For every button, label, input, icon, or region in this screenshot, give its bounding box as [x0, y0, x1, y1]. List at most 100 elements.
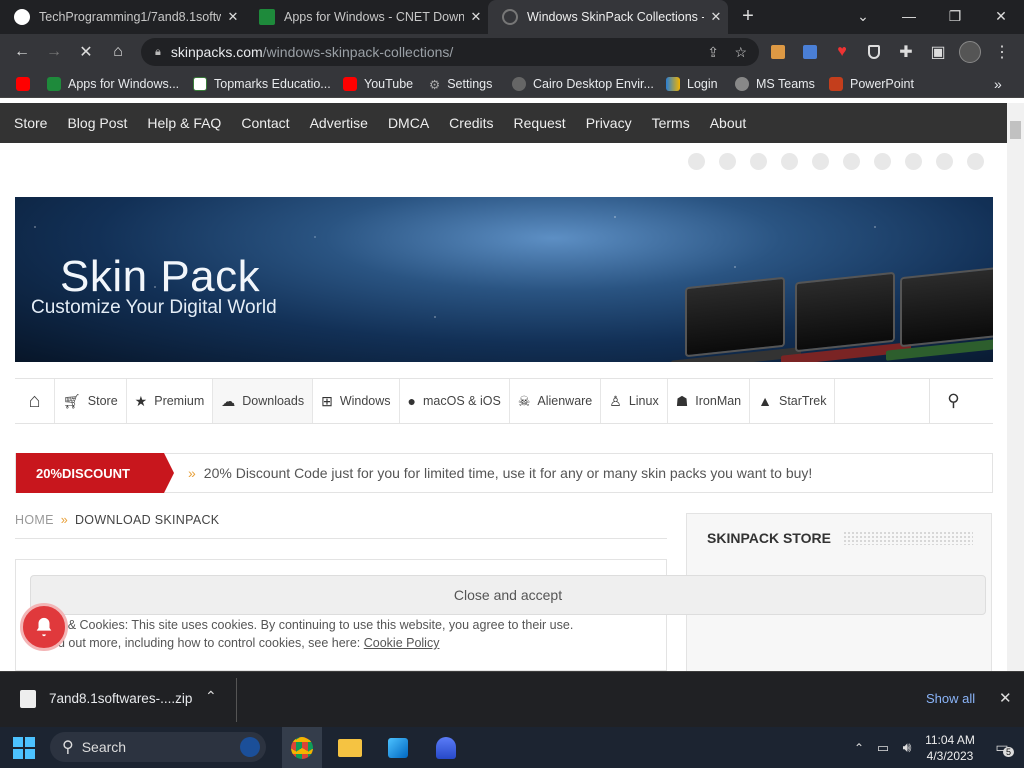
new-tab-button[interactable]: + — [728, 0, 768, 32]
nav-terms[interactable]: Terms — [652, 115, 690, 131]
tab-skinpack[interactable]: Windows SkinPack Collections - S ✕ — [488, 0, 728, 34]
close-icon[interactable]: ✕ — [999, 689, 1012, 707]
bookmark-apps-windows[interactable]: Apps for Windows... — [47, 70, 179, 98]
close-tab-icon[interactable]: ✕ — [704, 9, 728, 25]
nav-store[interactable]: Store — [14, 115, 47, 131]
show-all-button[interactable]: Show all — [926, 691, 975, 706]
deviantart-icon[interactable] — [936, 153, 953, 170]
nav-help-faq[interactable]: Help & FAQ — [147, 115, 221, 131]
bookmark-settings[interactable]: ⚙ Settings — [429, 70, 492, 98]
cat-startrek[interactable]: ▲ StarTrek — [750, 379, 836, 423]
forward-icon[interactable]: → — [38, 34, 70, 70]
translate-icon[interactable] — [794, 34, 826, 70]
cat-macos-ios[interactable]: ● macOS & iOS — [400, 379, 510, 423]
breadcrumb: HOME » DOWNLOAD SKINPACK — [15, 513, 219, 527]
pinterest-icon[interactable] — [843, 153, 860, 170]
site-top-nav: Store Blog Post Help & FAQ Contact Adver… — [0, 103, 1007, 143]
bookmark-login[interactable]: Login — [666, 70, 718, 98]
bookmarks-overflow-icon[interactable]: » — [994, 70, 1002, 98]
twitter-icon[interactable] — [688, 153, 705, 170]
bookmark-powerpoint[interactable]: PowerPoint — [829, 70, 914, 98]
tumblr-icon[interactable] — [874, 153, 891, 170]
reddit-icon[interactable] — [781, 153, 798, 170]
nav-dmca[interactable]: DMCA — [388, 115, 429, 131]
stop-icon[interactable]: ✕ — [70, 34, 102, 70]
cat-label: StarTrek — [779, 394, 827, 408]
close-tab-icon[interactable]: ✕ — [221, 9, 245, 25]
page-scrollbar[interactable] — [1007, 103, 1024, 671]
bookmark-ms-teams[interactable]: MS Teams — [735, 70, 815, 98]
tab-search-icon[interactable]: ⌄ — [840, 0, 886, 32]
heart-extension-icon[interactable]: ♥ — [826, 34, 858, 70]
discount-banner[interactable]: 20%DISCOUNT » 20% Discount Code just for … — [15, 453, 993, 493]
nav-credits[interactable]: Credits — [449, 115, 493, 131]
cookie-policy-link[interactable]: Cookie Policy — [364, 636, 440, 650]
bookmark-youtube-icon-only[interactable] — [16, 70, 30, 98]
clock[interactable]: 11:04 AM 4/3/2023 — [920, 727, 980, 768]
dribbble-icon[interactable] — [967, 153, 984, 170]
close-tab-icon[interactable]: ✕ — [464, 9, 488, 25]
cat-linux[interactable]: ♙ Linux — [601, 379, 668, 423]
breadcrumb-home[interactable]: HOME — [15, 513, 54, 527]
hero-banner[interactable]: Skin Pack Customize Your Digital World — [15, 197, 993, 362]
rss-icon[interactable] — [905, 153, 922, 170]
bookmark-label: Cairo Desktop Envir... — [533, 77, 654, 91]
volume-icon[interactable]: 🔊︎ — [896, 727, 918, 768]
chevron-up-icon[interactable]: ⌃ — [848, 727, 870, 768]
address-bar[interactable]: 🔒︎ skinpacks.com/windows-skinpack-collec… — [141, 38, 759, 66]
network-icon[interactable]: ▭ — [872, 727, 894, 768]
chrome-taskbar-icon[interactable] — [282, 727, 322, 768]
bookmark-star-icon[interactable]: ☆ — [734, 44, 747, 61]
menu-icon[interactable]: ⋮ — [986, 34, 1018, 70]
scrollbar-thumb[interactable] — [1010, 121, 1021, 139]
extension-icon[interactable] — [762, 34, 794, 70]
bookmark-cairo[interactable]: Cairo Desktop Envir... — [512, 70, 654, 98]
tab-github[interactable]: TechProgramming1/7and8.1softw ✕ — [0, 0, 245, 34]
close-and-accept-button[interactable]: Close and accept — [30, 575, 986, 615]
nav-contact[interactable]: Contact — [241, 115, 289, 131]
app-taskbar-icon[interactable] — [426, 727, 466, 768]
start-button[interactable] — [6, 727, 42, 768]
instagram-icon[interactable] — [812, 153, 829, 170]
bookmark-topmarks[interactable]: Topmarks Educatio... — [193, 70, 331, 98]
side-panel-icon[interactable]: ▣ — [922, 34, 954, 70]
cat-downloads[interactable]: ☁ Downloads — [213, 379, 314, 423]
avatar[interactable] — [954, 34, 986, 70]
download-filename[interactable]: 7and8.1softwares-....zip — [49, 691, 192, 706]
linkedin-icon[interactable] — [750, 153, 767, 170]
nav-about[interactable]: About — [710, 115, 747, 131]
notification-count: 5 — [1002, 747, 1014, 757]
notification-center-icon[interactable]: ▭ 5 — [988, 727, 1016, 768]
facebook-icon[interactable] — [719, 153, 736, 170]
back-icon[interactable]: ← — [6, 34, 38, 70]
home-icon[interactable]: ⌂ — [102, 34, 134, 70]
notification-bell-icon[interactable] — [20, 603, 68, 651]
restore-button[interactable]: ❐ — [932, 0, 978, 32]
home-icon[interactable]: ⌂ — [15, 379, 55, 423]
cat-premium[interactable]: ★ Premium — [127, 379, 214, 423]
bookmark-youtube[interactable]: YouTube — [343, 70, 413, 98]
microsoft-store-icon[interactable] — [378, 727, 418, 768]
file-explorer-icon[interactable] — [330, 727, 370, 768]
extensions-puzzle-icon[interactable]: ✚ — [890, 34, 922, 70]
star-icon: ★ — [134, 392, 148, 409]
share-icon[interactable]: ⇪ — [707, 44, 719, 61]
chevron-up-icon[interactable]: ⌃ — [205, 688, 217, 705]
nav-blog-post[interactable]: Blog Post — [67, 115, 127, 131]
cat-windows[interactable]: ⊞ Windows — [313, 379, 400, 423]
nav-request[interactable]: Request — [514, 115, 566, 131]
site-search-icon[interactable]: ⚲ — [929, 378, 977, 424]
bookmark-label: MS Teams — [756, 77, 815, 91]
tab-cnet[interactable]: Apps for Windows - CNET Downl ✕ — [245, 0, 488, 34]
cat-ironman[interactable]: ☗ IronMan — [668, 379, 751, 423]
windows-icon: ⊞ — [321, 392, 333, 409]
cat-store[interactable]: 🛒︎ Store — [55, 379, 127, 423]
cat-label: Store — [87, 394, 118, 408]
taskbar-search-box[interactable]: ⚲ Search — [50, 732, 266, 762]
nav-advertise[interactable]: Advertise — [310, 115, 368, 131]
shield-icon[interactable] — [858, 34, 890, 70]
close-window-button[interactable]: ✕ — [978, 0, 1024, 32]
cat-alienware[interactable]: ☠ Alienware — [510, 379, 602, 423]
minimize-button[interactable]: — — [886, 0, 932, 32]
nav-privacy[interactable]: Privacy — [586, 115, 632, 131]
